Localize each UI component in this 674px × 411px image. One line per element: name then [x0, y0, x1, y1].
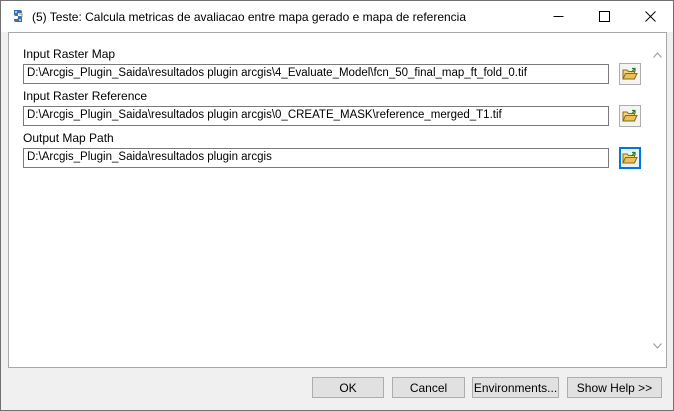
scroll-down-button[interactable]	[649, 337, 666, 354]
browse-output-map-path-button[interactable]	[619, 147, 641, 169]
parameters-panel: Input Raster Map D:\Arcgis_Plugin_Saida\…	[8, 32, 667, 368]
ok-button[interactable]: OK	[312, 377, 384, 398]
browse-input-raster-map-button[interactable]	[619, 63, 641, 85]
minimize-button[interactable]	[535, 1, 581, 32]
open-folder-icon	[622, 67, 638, 80]
dialog-footer: OK Cancel Environments... Show Help >>	[1, 368, 673, 410]
cancel-button[interactable]: Cancel	[392, 377, 465, 398]
minimize-icon	[553, 16, 563, 17]
open-folder-icon	[622, 151, 638, 164]
input-raster-reference-field[interactable]: D:\Arcgis_Plugin_Saida\resultados plugin…	[23, 106, 609, 126]
close-icon	[644, 11, 656, 22]
browse-input-raster-reference-button[interactable]	[619, 105, 641, 127]
window-title: (5) Teste: Calcula metricas de avaliacao…	[32, 10, 467, 24]
open-folder-icon	[622, 109, 638, 122]
maximize-icon	[598, 11, 610, 22]
maximize-button[interactable]	[581, 1, 627, 32]
input-raster-map-label: Input Raster Map	[23, 47, 116, 61]
python-script-icon	[10, 8, 26, 24]
vertical-scrollbar[interactable]	[649, 33, 666, 367]
input-raster-reference-label: Input Raster Reference	[23, 89, 148, 103]
environments-button[interactable]: Environments...	[472, 377, 559, 398]
scroll-up-button[interactable]	[649, 46, 666, 63]
output-map-path-label: Output Map Path	[23, 131, 114, 145]
output-map-path-field[interactable]: D:\Arcgis_Plugin_Saida\resultados plugin…	[23, 148, 609, 168]
close-button[interactable]	[627, 1, 673, 32]
title-bar[interactable]: (5) Teste: Calcula metricas de avaliacao…	[1, 1, 673, 32]
input-raster-map-field[interactable]: D:\Arcgis_Plugin_Saida\resultados plugin…	[23, 64, 609, 84]
chevron-down-icon	[653, 342, 662, 349]
tool-dialog-window: (5) Teste: Calcula metricas de avaliacao…	[0, 0, 674, 411]
chevron-up-icon	[653, 51, 662, 58]
show-help-button[interactable]: Show Help >>	[567, 377, 662, 398]
